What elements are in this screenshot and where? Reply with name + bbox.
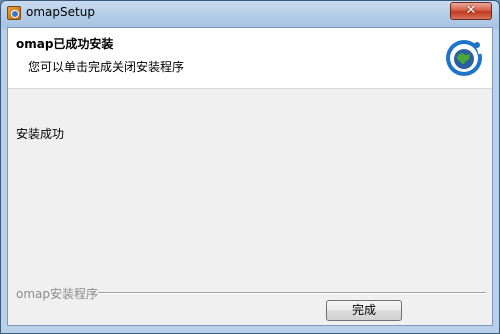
globe-logo-icon	[446, 40, 482, 76]
app-icon[interactable]	[7, 6, 21, 20]
close-button[interactable]: ✕	[450, 2, 492, 20]
close-icon: ✕	[465, 3, 477, 18]
window-title: omapSetup	[26, 5, 95, 19]
header-subtitle: 您可以单击完成关闭安装程序	[28, 60, 185, 74]
header-panel: omap已成功安装 您可以单击完成关闭安装程序	[8, 28, 492, 89]
title-bar[interactable]: omapSetup ✕	[1, 1, 499, 27]
branding-divider	[98, 292, 486, 294]
header-title: omap已成功安装	[16, 37, 114, 51]
installer-client-area: omap已成功安装 您可以单击完成关闭安装程序 安装成功 omap安装程序 完成	[7, 27, 493, 326]
finish-button[interactable]: 完成	[326, 300, 402, 321]
installer-window: omapSetup ✕ omap已成功安装 您可以单击完成关闭安装程序 安装成功…	[0, 0, 500, 334]
branding-row: omap安装程序	[16, 285, 486, 301]
install-status-text: 安装成功	[16, 127, 65, 141]
branding-text: omap安装程序	[16, 287, 99, 301]
